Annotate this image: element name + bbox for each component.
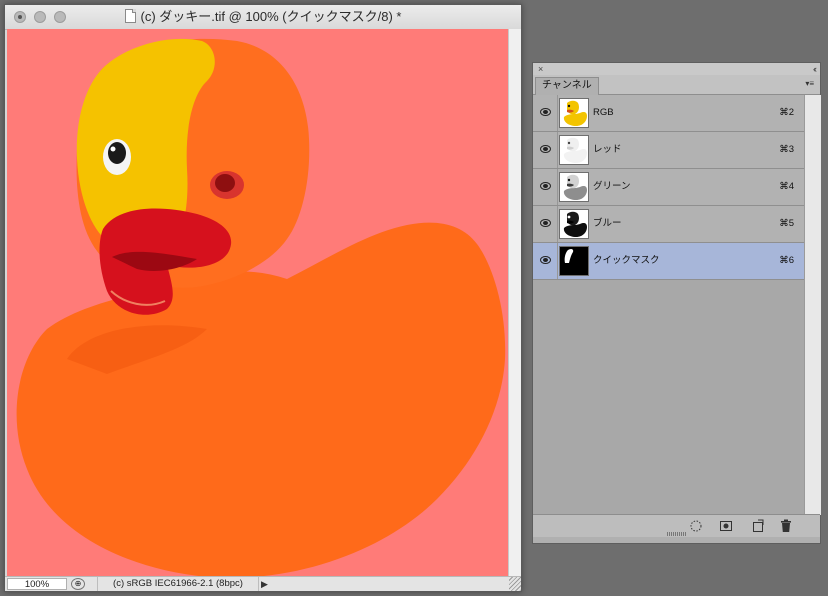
visibility-eye-icon[interactable] [540, 256, 551, 264]
channel-row-green[interactable]: グリーン ⌘4 [533, 169, 804, 206]
visibility-eye-icon[interactable] [540, 145, 551, 153]
document-title: (c) ダッキー.tif @ 100% (クイックマスク/8) * [140, 9, 402, 24]
channel-row-blue[interactable]: ブルー ⌘5 [533, 206, 804, 243]
grayscale-mid-thumb-icon [559, 172, 589, 202]
trash-icon[interactable] [779, 519, 793, 533]
channel-label: グリーン [593, 181, 631, 192]
panel-menu-icon[interactable]: ▾≡ [805, 79, 814, 88]
vertical-scrollbar[interactable] [508, 29, 521, 579]
document-status-bar: 100% ⊕ (c) sRGB IEC61966-2.1 (8bpc) ▶ [5, 576, 521, 591]
panel-scrollbar[interactable] [804, 95, 821, 515]
panel-tab-row: チャンネル ▾≡ [533, 75, 820, 95]
divider [557, 132, 558, 168]
soft-proof-icon[interactable]: ⊕ [71, 578, 85, 590]
document-title-area: (c) ダッキー.tif @ 100% (クイックマスク/8) * [5, 5, 521, 29]
channel-label: ブルー [593, 218, 622, 229]
panel-footer [533, 514, 820, 537]
image-canvas[interactable] [7, 29, 509, 579]
channel-label: クイックマスク [593, 255, 660, 266]
document-title-bar[interactable]: (c) ダッキー.tif @ 100% (クイックマスク/8) * [5, 5, 521, 30]
channel-shortcut: ⌘5 [779, 218, 794, 229]
zoom-level-field[interactable]: 100% [7, 578, 67, 590]
save-selection-icon[interactable] [719, 519, 733, 533]
channel-shortcut: ⌘6 [779, 255, 794, 266]
channel-row-quickmask[interactable]: クイックマスク ⌘6 [533, 243, 804, 280]
divider [557, 243, 558, 279]
channel-shortcut: ⌘2 [779, 107, 794, 118]
panel-collapse-icon[interactable]: ‹‹ [813, 63, 817, 75]
document-file-icon [124, 9, 136, 23]
load-selection-icon[interactable] [689, 519, 703, 533]
status-menu-arrow-icon[interactable]: ▶ [261, 579, 273, 589]
window-resize-grip[interactable] [509, 577, 521, 591]
visibility-eye-icon[interactable] [540, 108, 551, 116]
channel-shortcut: ⌘3 [779, 144, 794, 155]
grayscale-dark-thumb-icon [559, 209, 589, 239]
grayscale-light-thumb-icon [559, 135, 589, 165]
color-thumb-icon [559, 98, 589, 128]
duck-body [16, 222, 506, 578]
panel-resize-grip[interactable] [667, 532, 687, 536]
visibility-eye-icon[interactable] [540, 182, 551, 190]
divider [557, 169, 558, 205]
channels-panel: × ‹‹ チャンネル ▾≡ RGB ⌘2 レッド ⌘3 グリーン ⌘4 ブルー … [532, 62, 821, 544]
mask-thumb-icon [559, 246, 589, 276]
document-window: (c) ダッキー.tif @ 100% (クイックマスク/8) * 100% ⊕… [4, 4, 522, 592]
channel-row-red[interactable]: レッド ⌘3 [533, 132, 804, 169]
channel-list: RGB ⌘2 レッド ⌘3 グリーン ⌘4 ブルー ⌘5 クイックマスク ⌘6 [533, 95, 804, 515]
panel-close-icon[interactable]: × [538, 63, 543, 75]
document-info-text: (c) sRGB IEC61966-2.1 (8bpc) [97, 577, 259, 591]
divider [557, 206, 558, 242]
visibility-eye-icon[interactable] [540, 219, 551, 227]
channel-row-rgb[interactable]: RGB ⌘2 [533, 95, 804, 132]
tab-channels[interactable]: チャンネル [535, 77, 599, 95]
divider [557, 95, 558, 131]
channel-label: RGB [593, 107, 614, 118]
new-channel-icon[interactable] [751, 519, 765, 533]
duck-image [16, 38, 506, 578]
channel-shortcut: ⌘4 [779, 181, 794, 192]
channel-label: レッド [593, 144, 622, 155]
